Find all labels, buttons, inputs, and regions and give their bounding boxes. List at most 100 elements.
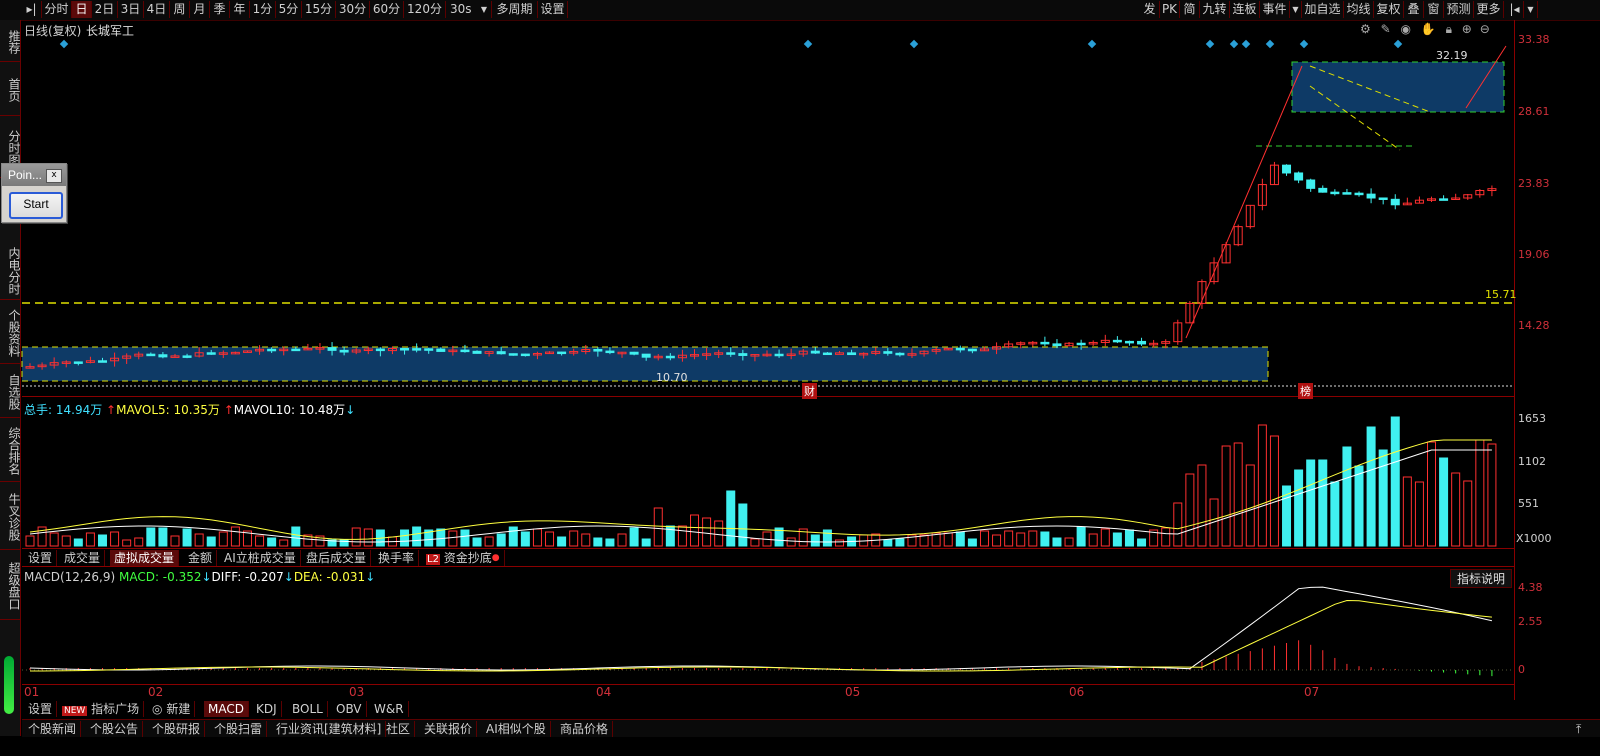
- bottom-tab-industry[interactable]: 行业资讯[建筑材料]: [272, 721, 387, 737]
- candle-body: [738, 353, 748, 356]
- toolbar-back-icon[interactable]: |◂: [1506, 1, 1524, 18]
- trend-line-up: [1185, 65, 1303, 339]
- period-season[interactable]: 季: [210, 1, 230, 18]
- volume-bar: [182, 528, 192, 547]
- kline-chart[interactable]: [0, 0, 1600, 756]
- formula-boll-tab[interactable]: BOLL: [288, 701, 328, 717]
- toolbar-more-button[interactable]: 更多: [1474, 1, 1504, 18]
- period-month[interactable]: 月: [190, 1, 210, 18]
- add-watchlist-button[interactable]: 加自选: [1302, 1, 1344, 18]
- zoom-out-icon[interactable]: ⊖: [1480, 22, 1490, 36]
- formula-wr-tab[interactable]: W&R: [370, 701, 409, 717]
- period-120min[interactable]: 120分: [404, 1, 446, 18]
- pen-icon[interactable]: ✎: [1381, 22, 1391, 36]
- toolbar-settings-button[interactable]: 设置: [538, 1, 568, 18]
- formula-macd-tab[interactable]: MACD: [204, 701, 249, 717]
- ranking-marker[interactable]: 榜: [1298, 383, 1313, 399]
- volume-bar: [1342, 446, 1352, 547]
- indicator-turnover-tab[interactable]: 换手率: [374, 550, 420, 566]
- period-30s-select[interactable]: 30s ▼: [446, 1, 492, 18]
- formula-obv-tab[interactable]: OBV: [332, 701, 367, 717]
- eye-icon[interactable]: ◉: [1400, 22, 1410, 36]
- lock-icon[interactable]: 🔒︎: [1446, 22, 1452, 36]
- toolbar-predict-button[interactable]: 预测: [1444, 1, 1474, 18]
- formula-square-tab[interactable]: NEW 指标广场: [58, 701, 145, 717]
- volume-bar: [629, 527, 639, 547]
- period-15min[interactable]: 15分: [302, 1, 336, 18]
- formula-kdj-tab[interactable]: KDJ: [252, 701, 282, 717]
- indicator-fund-tab[interactable]: L2 资金抄底●: [422, 550, 505, 566]
- period-1min[interactable]: 1分: [250, 1, 276, 18]
- bottom-tab-related[interactable]: 关联报价: [420, 721, 478, 737]
- period-4day[interactable]: 4日: [144, 1, 170, 18]
- event-dropdown-icon[interactable]: ▼: [1290, 1, 1302, 18]
- formula-settings-tab[interactable]: 设置: [24, 701, 58, 717]
- toolbar-overlay-button[interactable]: 叠: [1404, 1, 1424, 18]
- volume-bar: [1233, 442, 1243, 547]
- toolbar-window-button[interactable]: 窗: [1424, 1, 1444, 18]
- toolbar-menu-chevron-icon[interactable]: ▼: [1524, 1, 1538, 18]
- period-3day[interactable]: 3日: [118, 1, 144, 18]
- leftnav-diagnosis[interactable]: 牛叉诊股: [0, 482, 21, 550]
- candle-body: [194, 352, 204, 357]
- toolbar-event-button[interactable]: 事件: [1260, 1, 1290, 18]
- period-day[interactable]: 日: [72, 1, 92, 18]
- toolbar-lianban-button[interactable]: 连板: [1230, 1, 1260, 18]
- bottom-tab-news[interactable]: 个股新闻: [24, 721, 82, 737]
- bottom-tab-research[interactable]: 个股研报: [148, 721, 206, 737]
- finance-marker[interactable]: 财: [802, 383, 817, 399]
- bottom-tab-ai-similar[interactable]: AI相似个股: [482, 721, 551, 737]
- toolbar-adjust-button[interactable]: 复权: [1374, 1, 1404, 18]
- period-week[interactable]: 周: [170, 1, 190, 18]
- toolbar-collapse-button[interactable]: ▸|: [22, 1, 42, 18]
- period-intraday[interactable]: 分时: [42, 1, 72, 18]
- x-axis-03: 03: [349, 685, 365, 699]
- bottom-tab-commodity[interactable]: 商品价格: [556, 721, 614, 737]
- period-5min[interactable]: 5分: [276, 1, 302, 18]
- close-icon[interactable]: x: [46, 169, 62, 183]
- bottom-tab-risk[interactable]: 个股扫雷: [210, 721, 268, 737]
- indicator-virtual-volume-tab[interactable]: 虚拟成交量: [110, 550, 180, 566]
- period-60min[interactable]: 60分: [370, 1, 404, 18]
- start-button[interactable]: Start: [9, 192, 63, 219]
- bottom-tab-announcement[interactable]: 个股公告: [86, 721, 144, 737]
- indicator-volume-tab[interactable]: 成交量: [60, 550, 106, 566]
- macd-diff-line: [29, 586, 1493, 671]
- period-30min[interactable]: 30分: [336, 1, 370, 18]
- toolbar-simple-button[interactable]: 简: [1180, 1, 1200, 18]
- volume-bar: [1257, 424, 1267, 547]
- candle-body: [883, 351, 893, 354]
- candle-body: [412, 348, 422, 351]
- volume-bar: [448, 530, 458, 547]
- indicator-help-button[interactable]: 指标说明: [1450, 569, 1513, 588]
- leftnav-recommend[interactable]: 推荐: [0, 20, 21, 62]
- indicator-ai-volume-tab[interactable]: AI立桩成交量: [220, 550, 301, 566]
- leftnav-watchlist[interactable]: 自选股: [0, 364, 21, 418]
- scroll-indicator[interactable]: [4, 656, 14, 714]
- toolbar-ma-button[interactable]: 均线: [1344, 1, 1374, 18]
- popup-titlebar[interactable]: Poin... x: [2, 164, 66, 186]
- zoom-in-icon[interactable]: ⊕: [1462, 22, 1472, 36]
- indicator-afterhours-tab[interactable]: 盘后成交量: [302, 550, 372, 566]
- toolbar-fa-button[interactable]: 发: [1140, 1, 1160, 18]
- formula-new-tab[interactable]: ◎ 新建: [148, 701, 196, 717]
- volume-bar: [37, 526, 47, 547]
- multi-period-button[interactable]: 多周期: [492, 1, 538, 18]
- indicator-settings-tab[interactable]: 设置: [24, 550, 58, 566]
- toolbar-pk-button[interactable]: PK: [1160, 1, 1180, 18]
- bottom-tab-community[interactable]: 社区: [382, 721, 416, 737]
- period-2day[interactable]: 2日: [92, 1, 118, 18]
- leftnav-level2[interactable]: 超级盘口: [0, 550, 21, 620]
- candle-body: [979, 348, 989, 352]
- indicator-amount-tab[interactable]: 金额: [184, 550, 218, 566]
- gear-icon[interactable]: ⚙: [1360, 22, 1371, 36]
- leftnav-stock-info[interactable]: 个股资料: [0, 300, 21, 364]
- period-year[interactable]: 年: [230, 1, 250, 18]
- leftnav-home[interactable]: 首页: [0, 62, 21, 116]
- vol-axis-551: 551: [1518, 497, 1539, 510]
- bottom-expand-icon[interactable]: ⤒: [1572, 721, 1585, 737]
- hand-icon[interactable]: ✋: [1421, 22, 1436, 36]
- volume-mavol10: MAVOL10: 10.48万: [233, 403, 346, 417]
- leftnav-ranking[interactable]: 综合排名: [0, 418, 21, 482]
- toolbar-jiuzhuan-button[interactable]: 九转: [1200, 1, 1230, 18]
